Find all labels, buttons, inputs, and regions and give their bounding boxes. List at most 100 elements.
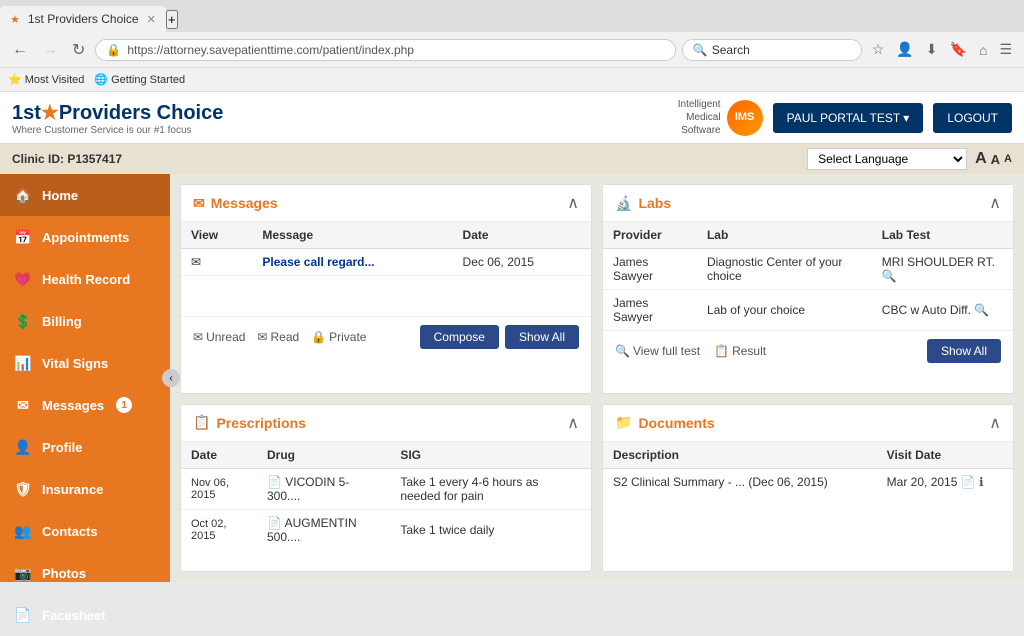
address-bar[interactable]: 🔒 https://attorney.savepatienttime.com/p…	[95, 39, 675, 61]
bookmark-getting-started[interactable]: 🌐 Getting Started	[94, 73, 185, 86]
back-button[interactable]: ←	[8, 39, 32, 61]
doc-view-button[interactable]: 📄	[961, 475, 976, 489]
logo-area: 1st★Providers Choice Where Customer Serv…	[12, 100, 223, 136]
new-tab-button[interactable]: +	[166, 10, 178, 29]
documents-panel-header: 📁 Documents ∧	[603, 405, 1013, 442]
labs-test-1: CBC w Auto Diff. 🔍	[872, 290, 1013, 331]
logo-star: ★	[41, 102, 59, 124]
messages-footer-links: ✉ Unread ✉ Read 🔒 Private	[193, 330, 366, 344]
result-link[interactable]: 📋 Result	[714, 344, 766, 358]
ims-logo: Intelligent Medical Software IMS	[678, 98, 763, 137]
sidebar-item-photos[interactable]: 📷 Photos	[0, 552, 170, 594]
labs-panel: 🔬 Labs ∧ Provider Lab Lab Test	[602, 184, 1014, 394]
sidebar-item-health-record[interactable]: 💗 Health Record	[0, 258, 170, 300]
search-text: Search	[712, 43, 750, 57]
browser-tab[interactable]: ★ 1st Providers Choice ✕	[0, 6, 166, 32]
labs-search-1[interactable]: 🔍	[974, 303, 989, 317]
messages-show-all-button[interactable]: Show All	[505, 325, 579, 349]
msg-link[interactable]: Please call regard...	[262, 255, 374, 269]
labs-search-0[interactable]: 🔍	[882, 269, 897, 283]
download-icon[interactable]: ⬇	[922, 39, 942, 60]
rx-drug-1: 📄 AUGMENTIN 500....	[257, 509, 390, 550]
prescriptions-panel-icon: 📋	[193, 414, 210, 431]
sidebar-item-messages[interactable]: ✉ Messages 1	[0, 384, 170, 426]
logo-text: 1st★Providers Choice	[12, 100, 223, 125]
labs-panel-icon: 🔬	[615, 195, 632, 212]
labs-panel-collapse[interactable]: ∧	[989, 193, 1001, 213]
sidebar-label-photos: Photos	[42, 566, 86, 581]
search-bar[interactable]: 🔍 Search	[682, 39, 862, 61]
labs-panel-footer: 🔍 View full test 📋 Result Show All	[603, 330, 1013, 371]
documents-panel-collapse[interactable]: ∧	[989, 413, 1001, 433]
sidebar-label-home: Home	[42, 188, 78, 203]
sidebar-item-appointments[interactable]: 📅 Appointments	[0, 216, 170, 258]
private-link[interactable]: 🔒 Private	[311, 330, 366, 344]
sidebar-item-contacts[interactable]: 👥 Contacts	[0, 510, 170, 552]
heart-icon: 💗	[14, 270, 32, 288]
reload-button[interactable]: ↻	[68, 38, 89, 62]
envelope-row-icon: ✉	[191, 255, 201, 269]
sidebar-item-home[interactable]: 🏠 Home	[0, 174, 170, 216]
rx-sig-0: Take 1 every 4-6 hours as needed for pai…	[390, 468, 591, 509]
labs-panel-body: Provider Lab Lab Test James Sawyer Diagn…	[603, 222, 1013, 330]
table-row: Nov 06, 2015 📄 VICODIN 5-300.... Take 1 …	[181, 468, 591, 509]
insurance-icon: 🛡	[14, 480, 32, 498]
ims-line1: Intelligent	[678, 98, 721, 111]
text-size-small[interactable]: A	[1004, 150, 1012, 168]
messages-panel-footer: ✉ Unread ✉ Read 🔒 Private Compose Show A…	[181, 316, 591, 357]
sidebar-item-vital-signs[interactable]: 📊 Vital Signs	[0, 342, 170, 384]
user-icon[interactable]: 👤	[892, 39, 917, 60]
prescriptions-panel-body: Date Drug SIG Nov 06, 2015 📄 VICODIN 5-3…	[181, 442, 591, 550]
labs-show-all-button[interactable]: Show All	[927, 339, 1001, 363]
sidebar-item-insurance[interactable]: 🛡 Insurance	[0, 468, 170, 510]
labs-provider-0: James Sawyer	[603, 249, 697, 290]
browser-nav-bar: ← → ↻ 🔒 https://attorney.savepatienttime…	[0, 32, 1024, 68]
labs-lab-1: Lab of your choice	[697, 290, 872, 331]
msg-view-icon: ✉	[181, 249, 252, 276]
text-size-medium[interactable]: A	[991, 150, 1000, 168]
text-size-large[interactable]: A	[975, 150, 987, 168]
sidebar-item-billing[interactable]: 💲 Billing	[0, 300, 170, 342]
labs-test-0: MRI SHOULDER RT. 🔍	[872, 249, 1013, 290]
unread-link[interactable]: ✉ Unread	[193, 330, 245, 344]
forward-button[interactable]: →	[38, 39, 62, 61]
lang-area: Select Language A A A	[807, 148, 1012, 170]
main-layout: 🏠 Home 📅 Appointments 💗 Health Record 💲 …	[0, 174, 1024, 582]
close-tab-icon[interactable]: ✕	[147, 13, 156, 26]
chart-icon: 📊	[14, 354, 32, 372]
msg-text: Please call regard...	[252, 249, 452, 276]
language-select[interactable]: Select Language	[807, 148, 967, 170]
home-nav-icon[interactable]: ⌂	[975, 40, 991, 60]
home-icon: 🏠	[14, 186, 32, 204]
lock-footer-icon: 🔒	[311, 330, 326, 344]
bookmark-icon[interactable]: 🔖	[946, 39, 971, 60]
read-link[interactable]: ✉ Read	[257, 330, 299, 344]
sidebar: 🏠 Home 📅 Appointments 💗 Health Record 💲 …	[0, 174, 170, 582]
tab-bar: ★ 1st Providers Choice ✕ +	[0, 0, 1024, 32]
rx-icon-0: 📄	[267, 475, 282, 489]
doc-col-description: Description	[603, 442, 877, 469]
star-icon[interactable]: ☆	[868, 39, 889, 60]
messages-badge: 1	[116, 397, 132, 413]
menu-icon[interactable]: ☰	[995, 39, 1016, 60]
labs-footer-links: 🔍 View full test 📋 Result	[615, 344, 766, 358]
contacts-icon: 👥	[14, 522, 32, 540]
table-row: S2 Clinical Summary - ... (Dec 06, 2015)…	[603, 468, 1013, 495]
prescriptions-panel-collapse[interactable]: ∧	[567, 413, 579, 433]
prescriptions-panel-header: 📋 Prescriptions ∧	[181, 405, 591, 442]
messages-col-message: Message	[252, 222, 452, 249]
table-row: Oct 02, 2015 📄 AUGMENTIN 500.... Take 1 …	[181, 509, 591, 550]
compose-button[interactable]: Compose	[420, 325, 499, 349]
rx-col-sig: SIG	[390, 442, 591, 469]
view-full-test-link[interactable]: 🔍 View full test	[615, 344, 700, 358]
messages-panel-collapse[interactable]: ∧	[567, 193, 579, 213]
sidebar-item-facesheet[interactable]: 📄 Facesheet	[0, 594, 170, 636]
sidebar-collapse-button[interactable]: ‹	[162, 369, 180, 387]
documents-panel-body: Description Visit Date S2 Clinical Summa…	[603, 442, 1013, 495]
logout-button[interactable]: LOGOUT	[933, 103, 1012, 133]
labs-panel-header: 🔬 Labs ∧	[603, 185, 1013, 222]
portal-button[interactable]: PAUL PORTAL TEST ▾	[773, 103, 924, 133]
sidebar-item-profile[interactable]: 👤 Profile	[0, 426, 170, 468]
bookmark-most-visited[interactable]: ⭐ Most Visited	[8, 73, 84, 86]
doc-info-button[interactable]: ℹ	[979, 475, 984, 489]
